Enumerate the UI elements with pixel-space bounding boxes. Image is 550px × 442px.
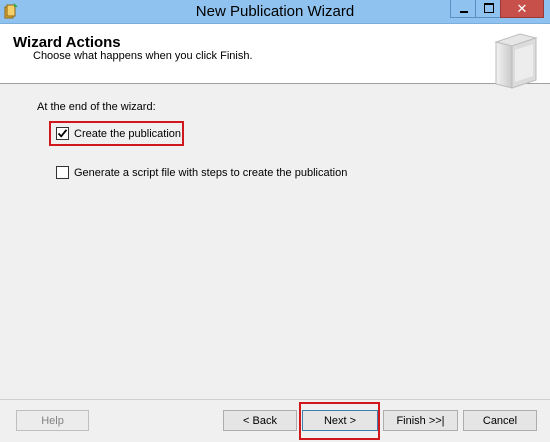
wizard-content: At the end of the wizard: Create the pub… — [0, 84, 550, 400]
intro-label: At the end of the wizard: — [37, 101, 156, 113]
title-bar: New Publication Wizard ✕ — [0, 0, 550, 24]
wizard-header: Wizard Actions Choose what happens when … — [0, 24, 550, 89]
finish-button[interactable]: Finish >>| — [383, 410, 458, 431]
minimize-icon — [460, 11, 468, 13]
footer-divider — [0, 399, 550, 400]
wizard-book-icon — [490, 28, 540, 90]
close-button[interactable]: ✕ — [500, 0, 544, 18]
window-controls: ✕ — [450, 0, 544, 18]
help-button[interactable]: Help — [16, 410, 89, 431]
generate-script-checkbox[interactable] — [56, 166, 69, 179]
cancel-button[interactable]: Cancel — [463, 410, 537, 431]
back-button[interactable]: < Back — [223, 410, 297, 431]
maximize-icon — [484, 3, 494, 13]
annotation-highlight-create — [49, 121, 184, 146]
close-icon: ✕ — [516, 1, 528, 16]
maximize-button[interactable] — [475, 0, 501, 18]
minimize-button[interactable] — [450, 0, 476, 18]
page-subtitle: Choose what happens when you click Finis… — [33, 50, 253, 62]
page-title: Wizard Actions — [13, 34, 121, 51]
generate-script-label: Generate a script file with steps to cre… — [74, 166, 348, 179]
annotation-highlight-next — [299, 402, 380, 440]
generate-script-option[interactable]: Generate a script file with steps to cre… — [56, 166, 347, 179]
